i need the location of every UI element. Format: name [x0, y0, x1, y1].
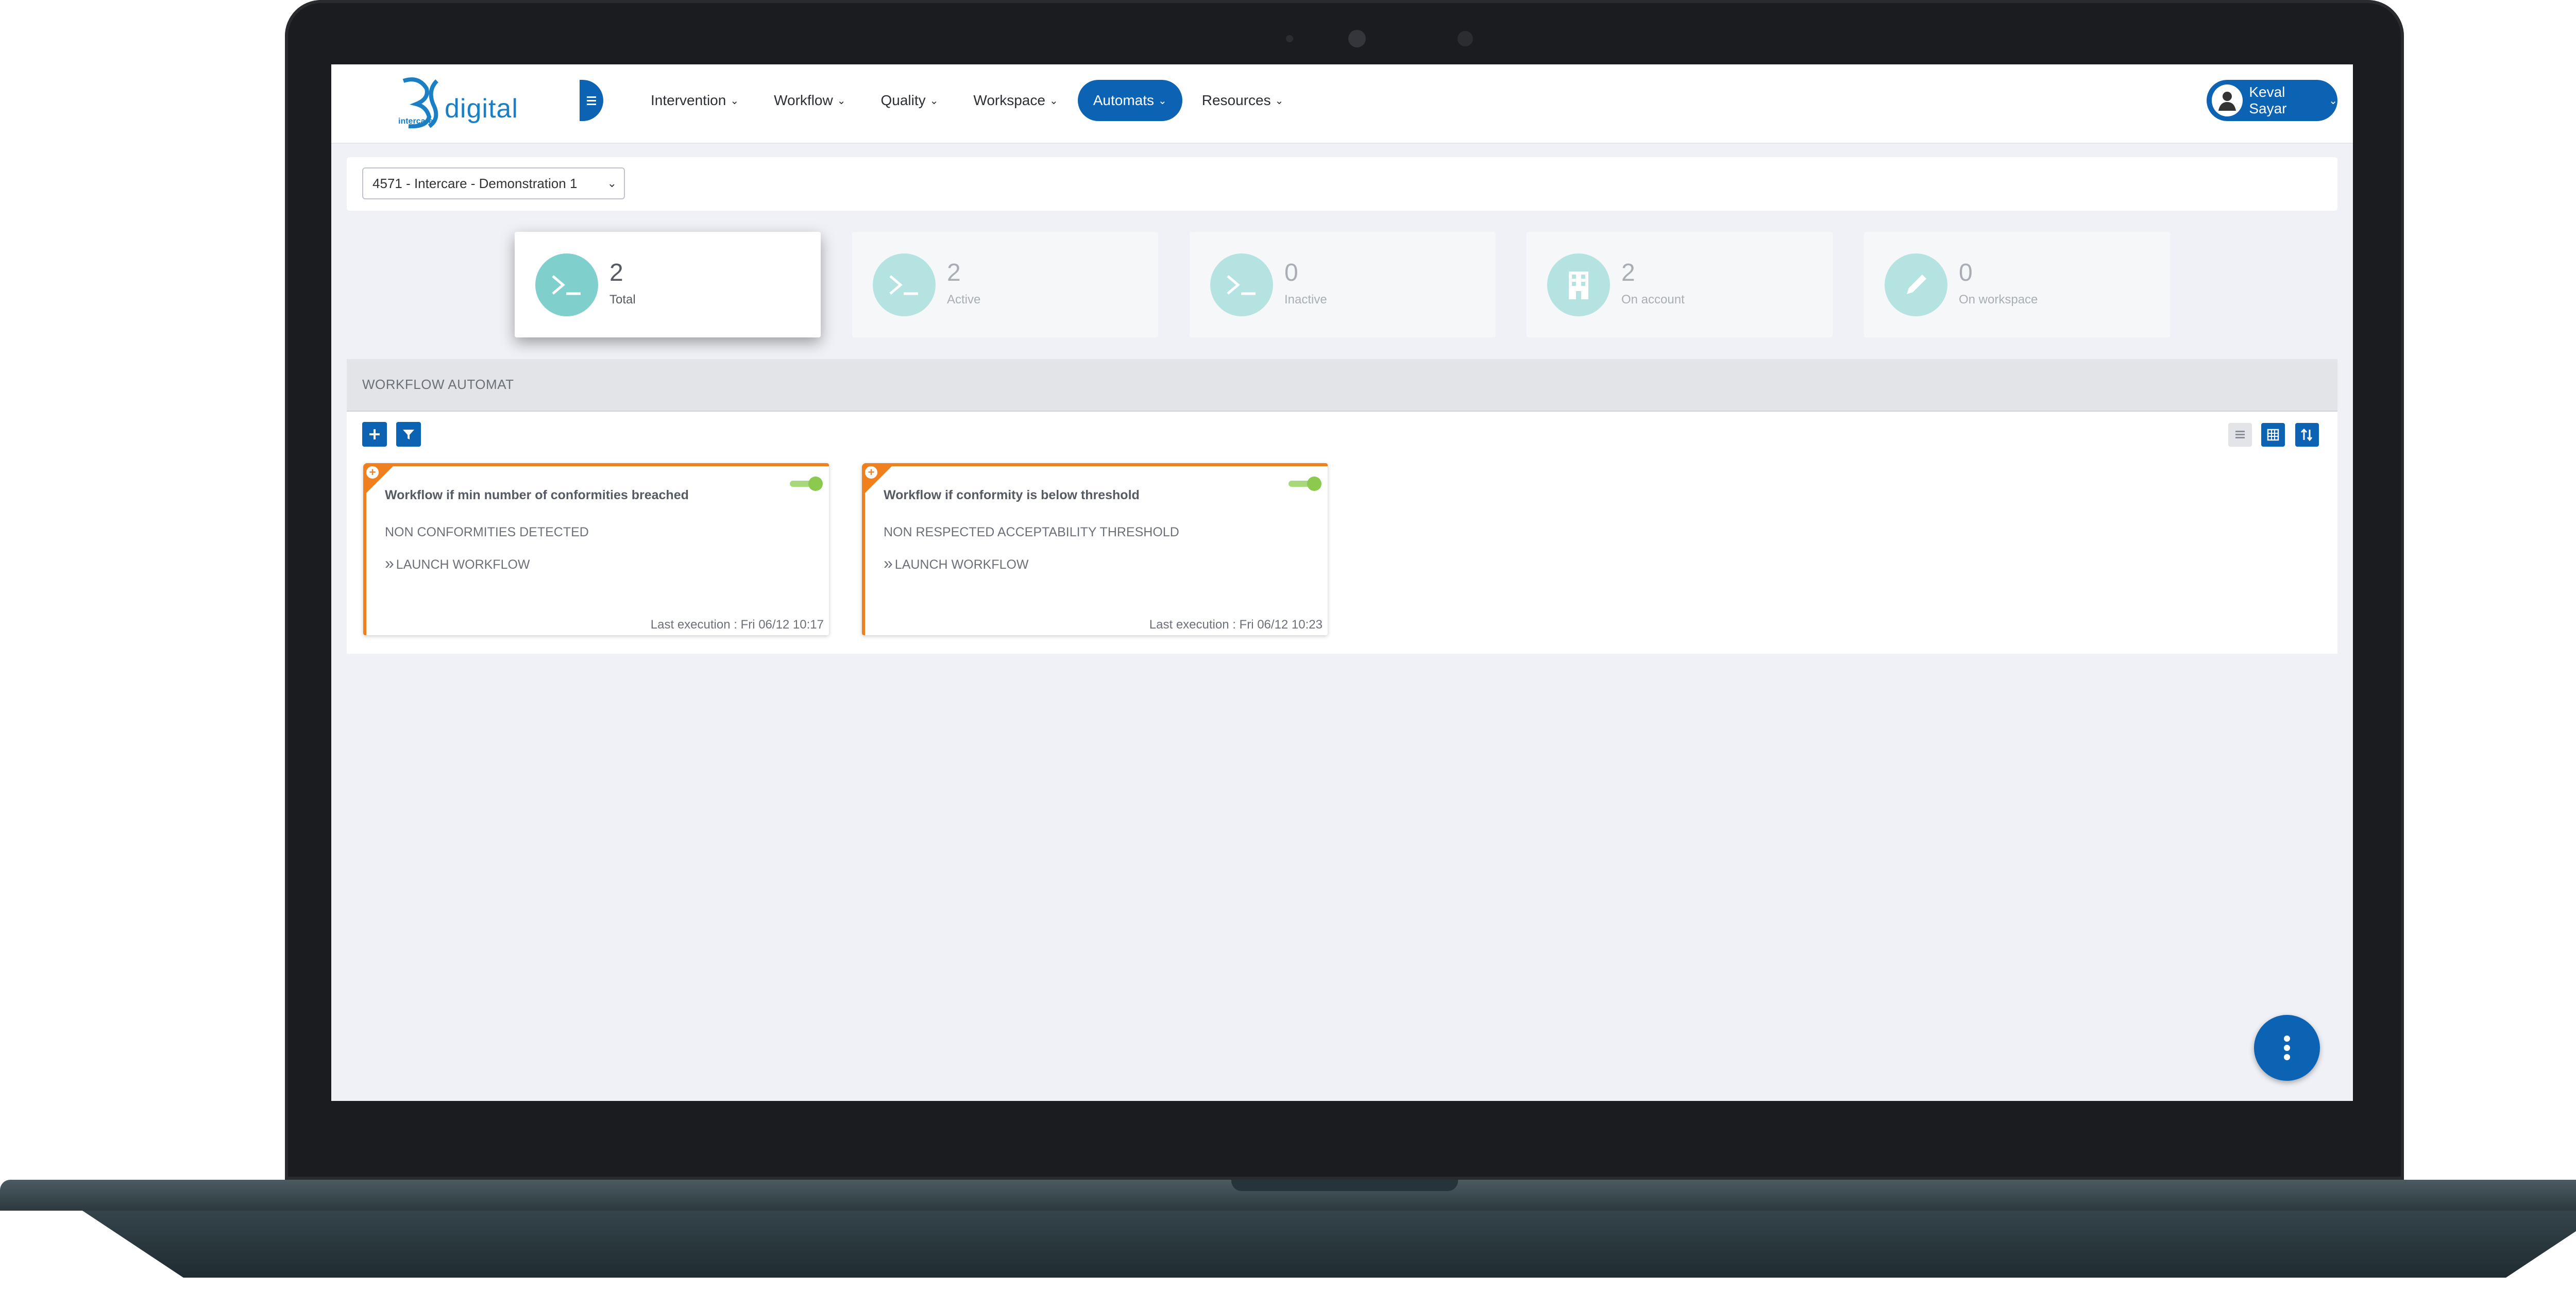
stat-label: Total — [609, 293, 636, 307]
user-icon — [2218, 92, 2236, 111]
sensor-icon — [1286, 35, 1293, 42]
account-bar: 4571 - Intercare - Demonstration 1 ⌄ — [347, 157, 2337, 211]
stat-inactive[interactable]: 0 Inactive — [1190, 232, 1496, 337]
avatar — [2212, 84, 2243, 116]
stat-label: Active — [947, 293, 981, 307]
chevron-down-icon: ⌄ — [1275, 95, 1284, 107]
double-chevron-right-icon: » — [884, 554, 893, 572]
plus-icon — [369, 429, 380, 439]
top-navbar: digital intercare Intervention ⌄ Workflow… — [331, 64, 2353, 144]
sort-icon — [2300, 428, 2313, 442]
stat-value: 0 — [1959, 259, 1973, 286]
terminal-icon — [873, 253, 936, 316]
chevron-down-icon: ⌄ — [1049, 95, 1058, 107]
user-name: Keval Sayar — [2249, 84, 2287, 116]
add-button[interactable] — [362, 422, 387, 447]
account-select[interactable]: 4571 - Intercare - Demonstration 1 ⌄ — [362, 167, 625, 199]
app-screen: digital intercare Intervention ⌄ Workflow… — [331, 64, 2353, 1101]
card-last-execution: Last execution : Fri 06/12 10:17 — [650, 618, 824, 632]
card-condition: NON CONFORMITIES DETECTED — [385, 525, 589, 539]
card-title: Workflow if min number of conformities b… — [385, 488, 689, 502]
sort-button[interactable] — [2295, 423, 2319, 447]
stat-label: On workspace — [1959, 293, 2038, 307]
chevron-down-icon: ⌄ — [1158, 95, 1167, 107]
menu-toggle-button[interactable] — [580, 80, 603, 121]
workflow-automat-panel: + Workflow if min number of conformities… — [347, 412, 2337, 654]
nav-automats[interactable]: Automats ⌄ — [1077, 80, 1182, 121]
stat-value: 0 — [1284, 259, 1298, 286]
card-condition: NON RESPECTED ACCEPTABILITY THRESHOLD — [884, 525, 1179, 539]
card-action: » LAUNCH WORKFLOW — [884, 554, 1029, 572]
nav-intervention[interactable]: Intervention ⌄ — [635, 80, 754, 121]
chevron-down-icon: ⌄ — [837, 95, 846, 107]
user-menu-button[interactable]: Keval Sayar ⌄ — [2207, 80, 2337, 121]
panel-title: WORKFLOW AUTOMAT — [362, 377, 514, 392]
chevron-down-icon: ⌄ — [607, 177, 617, 190]
stat-active[interactable]: 2 Active — [852, 232, 1158, 337]
list-view-button[interactable] — [2228, 423, 2252, 447]
terminal-icon — [535, 253, 598, 316]
sensor-icon — [1458, 31, 1473, 46]
stat-on-account[interactable]: 2 On account — [1527, 232, 1833, 337]
grid-view-button[interactable] — [2261, 423, 2285, 447]
nav-resources[interactable]: Resources ⌄ — [1187, 80, 1299, 121]
hamburger-icon — [587, 95, 596, 106]
pencil-icon — [1885, 253, 1947, 316]
workflow-automat-header: WORKFLOW AUTOMAT — [347, 359, 2337, 412]
chevron-down-icon: ⌄ — [2329, 95, 2337, 107]
stat-value: 2 — [1621, 259, 1635, 286]
main-nav: Intervention ⌄ Workflow ⌄ Quality ⌄ Workspa… — [635, 80, 1303, 121]
filter-button[interactable] — [396, 422, 421, 447]
list-icon — [2235, 431, 2245, 438]
automat-card[interactable]: + Workflow if conformity is below thresh… — [862, 463, 1328, 635]
expand-icon[interactable]: + — [366, 466, 379, 479]
stat-label: On account — [1621, 293, 1685, 307]
enabled-toggle[interactable] — [790, 477, 823, 491]
stat-value: 2 — [947, 259, 961, 286]
vertical-dots-icon — [2284, 1034, 2290, 1062]
nav-workflow[interactable]: Workflow ⌄ — [758, 80, 861, 121]
terminal-icon — [1210, 253, 1273, 316]
logo-text: digital — [445, 94, 518, 124]
laptop-base — [0, 1180, 2576, 1290]
enabled-toggle[interactable] — [1289, 477, 1321, 491]
automat-card[interactable]: + Workflow if min number of conformities… — [363, 463, 829, 635]
double-chevron-right-icon: » — [385, 554, 394, 572]
expand-icon[interactable]: + — [865, 466, 877, 479]
stat-value: 2 — [609, 259, 623, 286]
chevron-down-icon: ⌄ — [929, 95, 939, 107]
card-last-execution: Last execution : Fri 06/12 10:23 — [1149, 618, 1323, 632]
stat-label: Inactive — [1284, 293, 1327, 307]
chevron-down-icon: ⌄ — [730, 95, 739, 107]
card-title: Workflow if conformity is below threshol… — [884, 488, 1140, 502]
nav-workspace[interactable]: Workspace ⌄ — [958, 80, 1073, 121]
grid-icon — [2267, 429, 2279, 441]
filter-icon — [403, 430, 414, 439]
camera-icon — [1348, 30, 1366, 47]
stat-on-workspace[interactable]: 0 On workspace — [1864, 232, 2170, 337]
card-action: » LAUNCH WORKFLOW — [385, 554, 530, 572]
nav-quality[interactable]: Quality ⌄ — [865, 80, 954, 121]
stat-total[interactable]: 2 Total — [515, 232, 821, 337]
building-icon — [1547, 253, 1610, 316]
logo-subtext: intercare — [398, 117, 433, 126]
more-actions-button[interactable] — [2254, 1015, 2320, 1081]
